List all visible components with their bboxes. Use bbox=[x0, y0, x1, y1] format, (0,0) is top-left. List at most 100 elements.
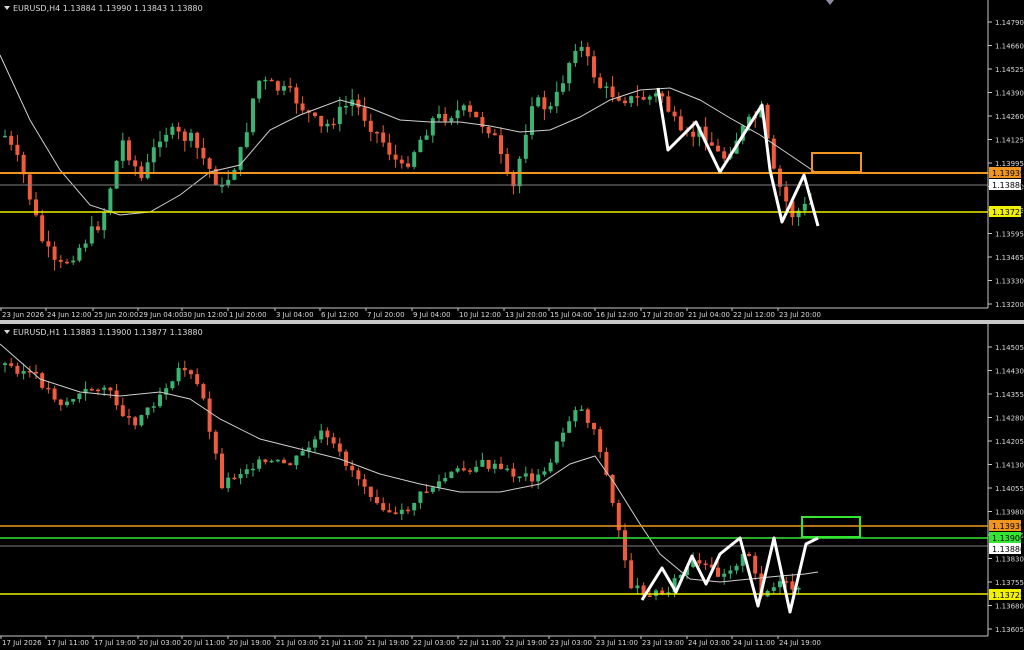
candle-body bbox=[232, 477, 237, 480]
candle-body bbox=[77, 393, 82, 400]
h1-chart-panel[interactable]: 1.14505 1.14430 1.14355 1.14280 1.14205 1.141… bbox=[0, 324, 1024, 650]
candle-body bbox=[46, 387, 51, 390]
candle-body bbox=[486, 459, 491, 469]
time-label: 7 Jul 20:00 bbox=[367, 311, 405, 319]
candle-body bbox=[3, 135, 7, 138]
candle-body bbox=[492, 463, 497, 469]
candle-body bbox=[158, 394, 162, 407]
candle-body bbox=[176, 367, 181, 382]
candle-body bbox=[282, 459, 286, 464]
time-label: 20 Jul 11:00 bbox=[183, 639, 225, 647]
candle-body bbox=[127, 416, 131, 418]
h4-header-menu-icon[interactable] bbox=[4, 6, 10, 10]
candle-body bbox=[133, 417, 138, 426]
candle-body bbox=[145, 162, 150, 179]
candle-body bbox=[499, 135, 503, 155]
candle-body bbox=[151, 147, 156, 163]
candle-body bbox=[170, 381, 175, 389]
candle-body bbox=[530, 473, 534, 482]
candle-body bbox=[40, 215, 45, 242]
h4-orange-zone-box[interactable] bbox=[811, 152, 862, 173]
candle-body bbox=[567, 421, 572, 433]
candle-body bbox=[406, 163, 410, 167]
time-label: 13 Jul 20:00 bbox=[505, 311, 547, 319]
candle-body bbox=[393, 512, 398, 515]
candle-body bbox=[325, 123, 330, 127]
time-label: 23 Jun 2026 bbox=[2, 311, 45, 319]
candle-body bbox=[176, 126, 181, 132]
candle-body bbox=[654, 590, 658, 596]
candle-body bbox=[561, 83, 565, 92]
candle-body bbox=[709, 142, 714, 146]
candle-body bbox=[257, 80, 262, 99]
candle-body bbox=[238, 474, 243, 479]
candle-body bbox=[127, 140, 131, 161]
time-label: 20 Jul 19:00 bbox=[229, 639, 271, 647]
h1-header-menu-icon[interactable] bbox=[4, 330, 10, 334]
candle-body bbox=[71, 399, 76, 402]
candle-body bbox=[313, 439, 317, 448]
candle-body bbox=[251, 98, 255, 133]
h4-chart-canvas[interactable]: 1.14790 1.14660 1.14525 1.14390 1.14260 1.141… bbox=[0, 0, 1024, 320]
candle-body bbox=[778, 581, 782, 588]
candle-body bbox=[3, 363, 7, 365]
price-label: 1.14280 bbox=[995, 415, 1024, 423]
h1-chart-canvas[interactable]: 1.14505 1.14430 1.14355 1.14280 1.14205 1.141… bbox=[0, 324, 1024, 650]
time-label: 22 Jul 11:00 bbox=[459, 639, 501, 647]
candle-body bbox=[77, 247, 82, 261]
candle-body bbox=[437, 481, 441, 488]
candle-body bbox=[418, 139, 423, 153]
candle-body bbox=[517, 476, 522, 479]
candle-body bbox=[598, 429, 603, 452]
h4-shift-marker-icon[interactable] bbox=[826, 0, 834, 5]
h4-chart-panel[interactable]: 1.14790 1.14660 1.14525 1.14390 1.14260 1.141… bbox=[0, 0, 1024, 320]
h4-time-axis[interactable]: 23 Jun 2026 24 Jun 12:00 25 Jun 20:00 29 Ju… bbox=[0, 308, 821, 319]
candle-body bbox=[722, 573, 727, 577]
price-label: 1.13755 bbox=[995, 579, 1024, 587]
h1-green-zone-box[interactable] bbox=[801, 516, 861, 538]
candle-body bbox=[579, 46, 584, 51]
time-label: 1 Jul 20:00 bbox=[229, 311, 267, 319]
candle-body bbox=[573, 50, 578, 64]
h1-orange-tag-text: 1.13939 bbox=[992, 522, 1024, 531]
time-label: 17 Jul 20:00 bbox=[642, 311, 684, 319]
candle-body bbox=[790, 581, 795, 590]
price-label: 1.14355 bbox=[995, 391, 1024, 399]
candle-body bbox=[282, 86, 286, 91]
candle-body bbox=[387, 510, 392, 513]
candle-body bbox=[114, 390, 119, 406]
candle-body bbox=[505, 154, 510, 173]
candle-body bbox=[368, 120, 373, 132]
candle-body bbox=[151, 406, 156, 408]
candle-body bbox=[300, 451, 305, 456]
time-label: 17 Jul 2026 bbox=[2, 639, 42, 647]
candle-body bbox=[802, 203, 807, 211]
candle-body bbox=[623, 530, 627, 561]
candle-body bbox=[666, 96, 671, 112]
candle-body bbox=[598, 77, 603, 88]
candle-body bbox=[486, 126, 491, 134]
candle-body bbox=[523, 473, 528, 477]
price-label: 1.13995 bbox=[995, 160, 1024, 168]
time-label: 21 Jul 04:00 bbox=[688, 311, 730, 319]
time-label: 17 Jul 11:00 bbox=[47, 639, 89, 647]
candle-body bbox=[424, 135, 429, 140]
candle-body bbox=[412, 502, 417, 511]
candle-body bbox=[71, 260, 76, 263]
candle-body bbox=[592, 56, 596, 78]
candle-body bbox=[536, 474, 541, 482]
time-label: 10 Jul 12:00 bbox=[459, 311, 501, 319]
candle-body bbox=[672, 111, 677, 117]
candle-body bbox=[294, 455, 299, 466]
time-label: 3 Jul 04:00 bbox=[276, 311, 314, 319]
h1-time-axis[interactable]: 17 Jul 2026 17 Jul 11:00 17 Jul 19:00 20 Ju… bbox=[0, 636, 821, 647]
time-label: 23 Jul 19:00 bbox=[642, 639, 684, 647]
h4-price-axis[interactable]: 1.14790 1.14660 1.14525 1.14390 1.14260 1.141… bbox=[988, 19, 1024, 309]
candle-body bbox=[120, 405, 125, 417]
candle-body bbox=[480, 459, 485, 467]
candle-body bbox=[108, 188, 113, 213]
price-label: 1.13465 bbox=[995, 254, 1024, 262]
candle-body bbox=[381, 503, 386, 511]
price-label: 1.14130 bbox=[995, 462, 1024, 470]
time-label: 22 Jul 12:00 bbox=[733, 311, 775, 319]
